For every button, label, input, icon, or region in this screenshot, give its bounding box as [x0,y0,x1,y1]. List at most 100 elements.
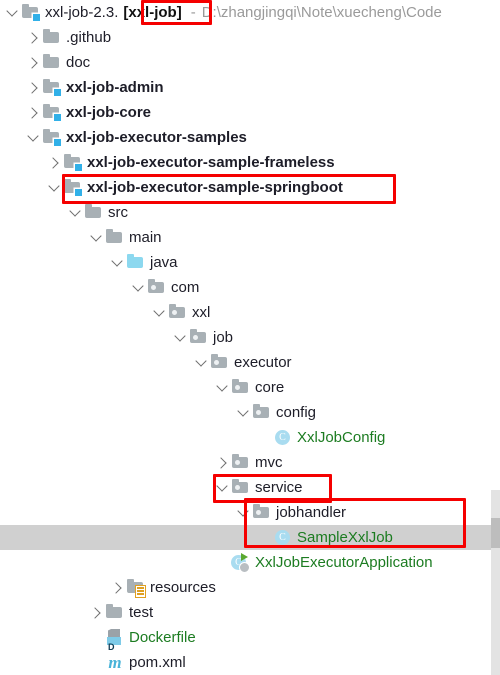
tree-row[interactable]: xxl-job-core [0,100,500,125]
project-tree-panel[interactable]: xxl-job-2.3. [xxl-job] - D:\zhangjingqi\Not… [0,0,500,675]
chevron-down-icon[interactable] [4,0,21,25]
chevron-down-icon[interactable] [235,500,252,525]
tree-row-label: com [171,279,200,296]
tree-row[interactable]: doc [0,50,500,75]
tree-row-label: pom.xml [129,654,186,671]
tree-row-label: core [255,379,285,396]
tree-row-label: XxlJobConfig [297,429,386,446]
tree-row-label: .github [66,29,112,46]
module-folder-icon [21,0,41,25]
no-chevron-spacer [256,525,273,550]
tree-row[interactable]: job [0,325,500,350]
tree-row[interactable]: C XxlJobExecutorApplication [0,550,500,575]
tree-row-label: src [108,204,128,221]
chevron-right-icon[interactable] [88,600,105,625]
vertical-scrollbar-thumb[interactable] [491,518,500,548]
tree-row-label: config [276,404,317,421]
folder-icon [42,50,62,75]
tree-row-label: SampleXxlJob [297,529,393,546]
tree-row[interactable]: config [0,400,500,425]
chevron-down-icon[interactable] [151,300,168,325]
package-icon [147,275,167,300]
package-icon [231,375,251,400]
tree-row[interactable]: xxl [0,300,500,325]
chevron-right-icon[interactable] [109,575,126,600]
tree-row[interactable]: main [0,225,500,250]
tree-row[interactable]: service [0,475,500,500]
tree-row[interactable]: src [0,200,500,225]
chevron-down-icon[interactable] [109,250,126,275]
tree-row[interactable]: jobhandler [0,500,500,525]
package-icon [252,400,272,425]
tree-row[interactable]: Dockerfile [0,625,500,660]
chevron-down-icon[interactable] [193,350,210,375]
java-class-icon: C [273,525,293,550]
package-icon [231,450,251,475]
module-folder-icon [63,175,83,200]
tree-row[interactable]: xxl-job-admin [0,75,500,100]
tree-row-label: xxl-job-core [66,104,152,121]
tree-row[interactable]: mvc [0,450,500,475]
tree-row[interactable]: executor [0,350,500,375]
package-icon [189,325,209,350]
package-icon [210,350,230,375]
chevron-down-icon[interactable] [235,400,252,425]
chevron-down-icon[interactable] [46,175,63,200]
tree-row[interactable]: xxl-job-2.3. [xxl-job] - D:\zhangjingqi\Not… [0,0,500,25]
root-separator: - [190,4,196,21]
tree-row[interactable]: .github [0,25,500,50]
tree-row[interactable]: java [0,250,500,275]
chevron-right-icon[interactable] [25,75,42,100]
spring-boot-class-icon: C [231,550,251,575]
tree-row[interactable]: resources [0,575,500,600]
folder-icon [105,225,125,250]
root-project-path: D:\zhangjingqi\Note\xuecheng\Code [201,4,442,21]
no-chevron-spacer [214,550,231,575]
module-folder-icon [42,75,62,100]
chevron-right-icon[interactable] [46,150,63,175]
tree-row[interactable]: C SampleXxlJob [0,525,500,550]
chevron-right-icon[interactable] [25,100,42,125]
tree-row[interactable]: xxl-job-executor-sample-springboot [0,175,500,200]
no-chevron-spacer [88,625,105,650]
java-class-icon: C [273,425,293,450]
chevron-down-icon[interactable] [67,200,84,225]
tree-row[interactable]: xxl-job-executor-samples [0,125,500,150]
tree-row-label: XxlJobExecutorApplication [255,554,433,571]
chevron-right-icon[interactable] [25,50,42,75]
tree-row-label: main [129,229,162,246]
tree-row-label: xxl-job-2.3. [45,4,119,21]
tree-row[interactable]: test [0,600,500,625]
chevron-right-icon[interactable] [25,25,42,50]
chevron-down-icon[interactable] [172,325,189,350]
tree-row[interactable]: xxl-job-executor-sample-frameless [0,150,500,175]
chevron-down-icon[interactable] [130,275,147,300]
tree-row[interactable]: m pom.xml [0,650,500,675]
tree-row[interactable]: core [0,375,500,400]
module-folder-icon [42,125,62,150]
folder-icon [84,200,104,225]
chevron-down-icon[interactable] [25,125,42,150]
tree-row-label: service [255,479,303,496]
chevron-down-icon[interactable] [214,375,231,400]
chevron-down-icon[interactable] [214,475,231,500]
chevron-down-icon[interactable] [88,225,105,250]
chevron-right-icon[interactable] [214,450,231,475]
tree-row[interactable]: com [0,275,500,300]
tree-row-label: job [213,329,234,346]
tree-row[interactable]: C XxlJobConfig [0,425,500,450]
